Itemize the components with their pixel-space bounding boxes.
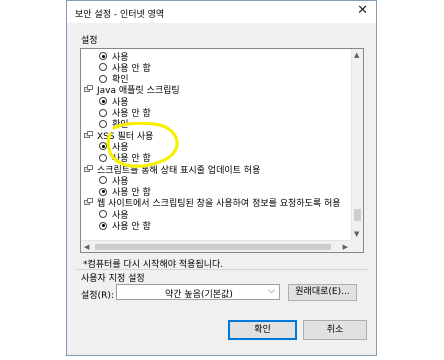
scroll-left-icon[interactable]: ◀ <box>84 242 89 252</box>
radio-selected-icon[interactable] <box>99 97 107 106</box>
radio-unselected-icon[interactable] <box>99 74 107 83</box>
scroll-corner <box>351 240 363 252</box>
settings-category-icon <box>84 164 94 174</box>
settings-category: 스크립트를 통해 상태 표시줄 업데이트 허용 <box>84 163 260 176</box>
close-icon[interactable]: ✕ <box>357 4 368 18</box>
cancel-button[interactable]: 취소 <box>303 320 367 340</box>
reset-button[interactable]: 원래대로(E)... <box>288 284 357 301</box>
settings-group-label: 설정 <box>81 36 98 46</box>
chevron-down-icon[interactable]: ⌵ <box>268 286 275 296</box>
ok-button[interactable]: 확인 <box>228 320 297 340</box>
settings-category: Java 애플릿 스크립팅 <box>84 84 180 96</box>
settings-option-label: 사용 안 함 <box>112 222 151 232</box>
vertical-scrollbar[interactable]: ▲ ▼ <box>351 49 363 240</box>
vertical-scroll-thumb[interactable] <box>354 209 361 221</box>
scroll-down-icon[interactable]: ▼ <box>354 229 359 239</box>
security-settings-dialog: 보안 설정 - 인터넷 영역 ✕ 설정 사용 사용 안 함 확인 Java 애플릿 스… <box>66 0 377 356</box>
dialog-title: 보안 설정 - 인터넷 영역 <box>75 10 165 20</box>
horizontal-scroll-thumb[interactable] <box>95 244 331 250</box>
radio-selected-icon[interactable] <box>99 187 107 196</box>
settings-category-label: 웹 사이트에서 스크립팅된 창을 사용하여 정보를 요청하도록 허용 <box>97 199 341 210</box>
settings-option[interactable]: 사용 안 함 <box>99 220 151 232</box>
radio-unselected-icon[interactable] <box>99 210 107 219</box>
settings-list[interactable]: 사용 사용 안 함 확인 Java 애플릿 스크립팅 사용 사용 안 함 확인 XSS 필터 … <box>80 48 364 253</box>
settings-category-icon <box>84 85 94 94</box>
radio-selected-icon[interactable] <box>99 221 107 230</box>
settings-category-icon <box>84 198 94 207</box>
scroll-right-icon[interactable]: ▶ <box>343 242 348 252</box>
reset-to-label: 설정(R): <box>81 291 114 301</box>
security-level-select[interactable]: 약간 높음(기본값) ⌵ <box>116 284 280 300</box>
radio-unselected-icon[interactable] <box>99 63 107 72</box>
radio-unselected-icon[interactable] <box>99 108 107 117</box>
divider <box>75 269 368 270</box>
settings-category-icon <box>84 130 94 140</box>
scroll-up-icon[interactable]: ▲ <box>354 50 359 60</box>
horizontal-scrollbar[interactable]: ◀ ▶ <box>81 240 351 252</box>
title-bar: 보안 설정 - 인터넷 영역 ✕ <box>67 1 376 23</box>
radio-unselected-icon[interactable] <box>99 153 107 162</box>
radio-selected-icon[interactable] <box>99 52 107 60</box>
radio-unselected-icon[interactable] <box>99 176 107 185</box>
radio-selected-icon[interactable] <box>99 142 107 151</box>
custom-settings-group-label: 사용자 지정 설정 <box>81 274 145 284</box>
settings-list-content: 사용 사용 안 함 확인 Java 애플릿 스크립팅 사용 사용 안 함 확인 XSS 필터 … <box>81 49 351 240</box>
security-level-value: 약간 높음(기본값) <box>165 290 233 300</box>
radio-unselected-icon[interactable] <box>99 119 107 128</box>
